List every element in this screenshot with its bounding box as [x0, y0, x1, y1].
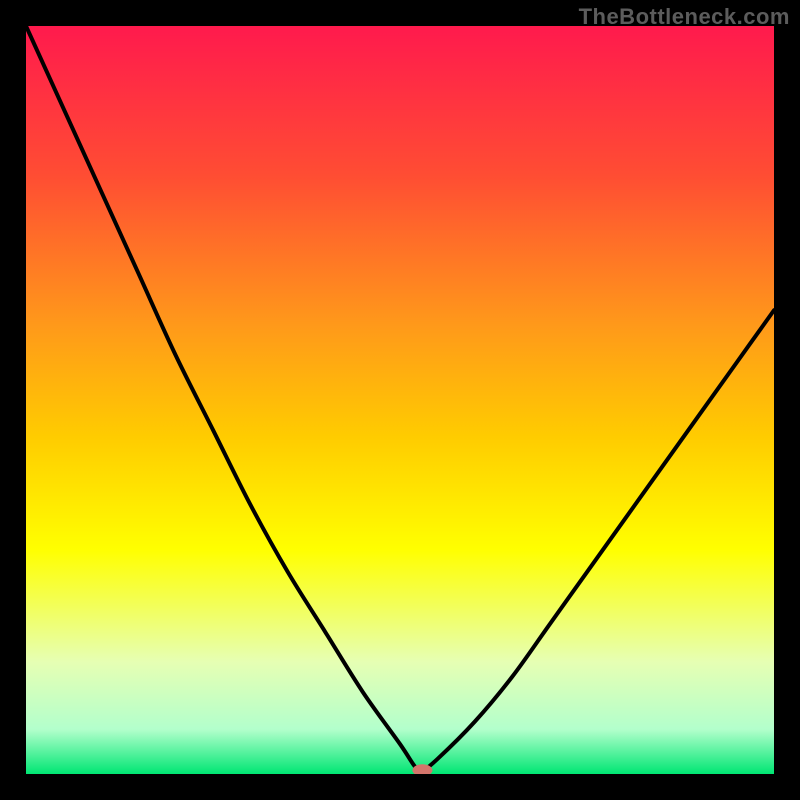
chart-frame: TheBottleneck.com — [0, 0, 800, 800]
chart-background — [26, 26, 774, 774]
attribution-label: TheBottleneck.com — [579, 4, 790, 30]
bottleneck-chart — [26, 26, 774, 774]
